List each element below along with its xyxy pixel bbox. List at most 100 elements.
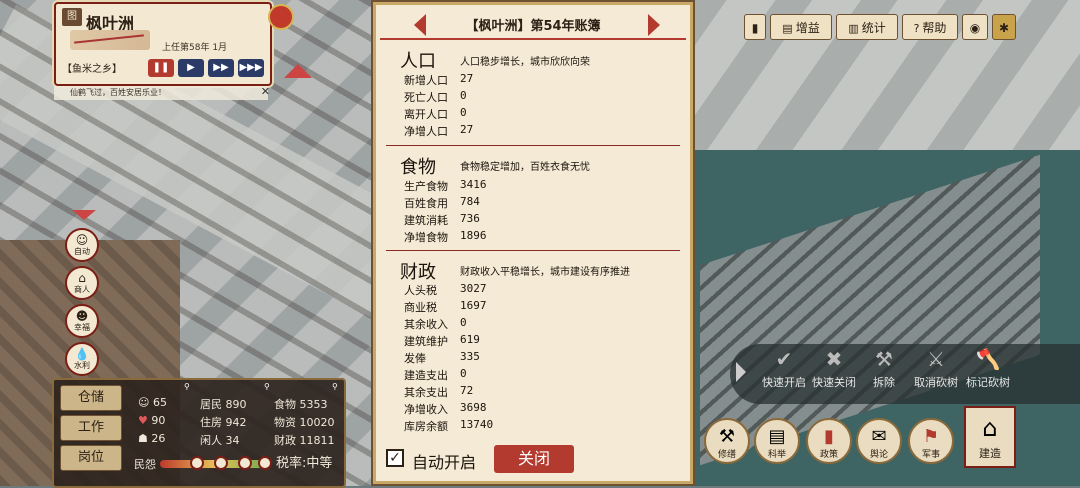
pause-button[interactable]: ❚❚ — [148, 59, 174, 77]
help-label: 帮助 — [922, 21, 947, 35]
row-label: 净增食物 — [404, 231, 448, 244]
gear-icon: ✱ — [998, 21, 1010, 35]
speech-icon: ✉ — [871, 426, 887, 447]
expand-arrow-icon[interactable] — [72, 210, 96, 220]
idle-stat: 闲人 34 — [200, 432, 240, 448]
collapse-arrow-icon[interactable] — [284, 64, 312, 78]
ledger-footer: ✓ 自动开启 关闭 — [376, 441, 690, 481]
idle-label: 闲人 — [200, 434, 222, 447]
row-value: 27 — [460, 72, 474, 85]
residents-stat: 居民 890 — [200, 396, 247, 412]
quick-open-label: 快速开启 — [762, 376, 806, 389]
help-button[interactable]: ? 帮助 — [902, 14, 958, 40]
row-value: 3416 — [460, 178, 487, 191]
row-label: 新增人口 — [404, 74, 448, 87]
smile-icon: ☺ — [138, 396, 150, 409]
row-label: 百姓食用 — [404, 197, 448, 210]
row-label: 死亡人口 — [404, 91, 448, 104]
ledger-book-button[interactable]: ▮ — [744, 14, 766, 40]
search-icon[interactable]: ⚲ — [332, 382, 342, 392]
row-value: 736 — [460, 212, 480, 225]
auto-label: 自动 — [74, 246, 90, 256]
jobs-button[interactable]: 岗位 — [60, 445, 122, 471]
goods-stat: 物资 10020 — [274, 414, 335, 430]
row-label: 建筑维护 — [404, 335, 448, 348]
finance-label: 财政 — [274, 434, 296, 447]
eye-button[interactable]: ◉ — [962, 14, 988, 40]
military-button[interactable]: ⚑ 军事 — [908, 418, 954, 464]
city-minimap[interactable] — [70, 30, 150, 50]
build-button[interactable]: ⌂ 建造 — [964, 406, 1016, 468]
row-label: 商业税 — [404, 301, 437, 314]
finance-stat: 财政 11811 — [274, 432, 335, 448]
row-label: 净增人口 — [404, 125, 448, 138]
close-icon[interactable]: ✕ — [261, 85, 270, 99]
happiness-label: 幸福 — [74, 322, 90, 332]
question-icon: ? — [913, 22, 920, 35]
city-card[interactable]: 图 枫叶洲 上任第58年 1月 【鱼米之乡】 ❚❚ ▶ ▶▶ ▶▶▶ — [54, 2, 272, 86]
row-value: 1896 — [460, 229, 487, 242]
strip-toggle-icon[interactable] — [736, 362, 746, 382]
row-label: 建造支出 — [404, 369, 448, 382]
auto-open-label[interactable]: 自动开启 — [412, 449, 476, 473]
close-button[interactable]: 关闭 — [494, 445, 574, 473]
boost-label: 增益 — [795, 21, 820, 35]
row-label: 库房余额 — [404, 420, 448, 433]
work-button[interactable]: 工作 — [60, 415, 122, 441]
row-label: 建筑消耗 — [404, 214, 448, 227]
storage-button[interactable]: 仓储 — [60, 385, 122, 411]
water-icon: 💧 — [74, 346, 90, 361]
row-value: 0 — [460, 367, 467, 380]
soldier-value: 26 — [151, 432, 166, 445]
mood-value: 65 — [152, 396, 167, 409]
residents-value: 890 — [225, 398, 247, 411]
next-year-icon[interactable] — [648, 14, 660, 36]
merchant-button[interactable]: ⌂ 商人 — [65, 266, 99, 300]
house-icon: ⌂ — [982, 414, 998, 442]
policy-button[interactable]: ▮ 政策 — [806, 418, 852, 464]
idle-value: 34 — [225, 434, 240, 447]
book-icon: ▮ — [824, 426, 834, 447]
repair-label: 修缮 — [717, 450, 736, 460]
search-icon[interactable]: ⚲ — [264, 382, 274, 392]
ticker-text: 仙鹤飞过，百姓安居乐业！ — [70, 88, 166, 97]
housing-value: 942 — [225, 416, 247, 429]
row-value: 784 — [460, 195, 480, 208]
exam-button[interactable]: ▤ 科举 — [754, 418, 800, 464]
speed-3-button[interactable]: ▶▶▶ — [238, 59, 264, 77]
section-divider — [386, 145, 680, 146]
search-icon[interactable]: ⚲ — [184, 382, 194, 392]
cancel-chop-label: 取消砍树 — [914, 376, 958, 389]
stats-button[interactable]: ▥ 统计 — [836, 14, 898, 40]
ledger-title: 【枫叶洲】第54年账簿 — [465, 19, 601, 34]
mark-chop-button[interactable]: 🪓 标记砍树 — [958, 344, 1018, 390]
speed-2-button[interactable]: ▶▶ — [208, 59, 234, 77]
city-slogan: 【鱼米之乡】 — [62, 64, 122, 75]
cancel-chop-button[interactable]: ⚔ 取消砍树 — [906, 344, 966, 390]
water-button[interactable]: 💧 水利 — [65, 342, 99, 376]
header-rule — [380, 38, 686, 40]
auto-button[interactable]: ☺ 自动 — [65, 228, 99, 262]
grievance-marker — [258, 456, 272, 470]
opinion-button[interactable]: ✉ 舆论 — [856, 418, 902, 464]
auto-open-checkbox[interactable]: ✓ — [386, 449, 404, 467]
ledger-dialog: 【枫叶洲】第54年账簿 人口 人口稳步增长，城市欣欣向荣 新增人口 27 死亡人… — [373, 2, 693, 484]
row-value: 3027 — [460, 282, 487, 295]
food-title: 食物 — [400, 157, 436, 178]
repair-button[interactable]: ⚒ 修缮 — [704, 418, 750, 464]
grievance-marker — [190, 456, 204, 470]
boost-button[interactable]: ▤ 增益 — [770, 14, 832, 40]
eye-icon: ◉ — [969, 21, 981, 35]
row-label: 其余支出 — [404, 386, 448, 399]
row-value: 1697 — [460, 299, 487, 312]
health-stat: ♥ 90 — [138, 414, 165, 427]
food-label: 食物 — [274, 398, 296, 411]
row-value: 0 — [460, 89, 467, 102]
demolish-button[interactable]: ⚒ 拆除 — [854, 344, 914, 390]
speed-1-button[interactable]: ▶ — [178, 59, 204, 77]
goods-value: 10020 — [299, 416, 335, 429]
settings-button[interactable]: ✱ — [992, 14, 1016, 40]
scroll-icon: ▤ — [768, 426, 786, 447]
tax-rate[interactable]: 税率:中等 — [276, 452, 332, 471]
happiness-button[interactable]: ☻ 幸福 — [65, 304, 99, 338]
